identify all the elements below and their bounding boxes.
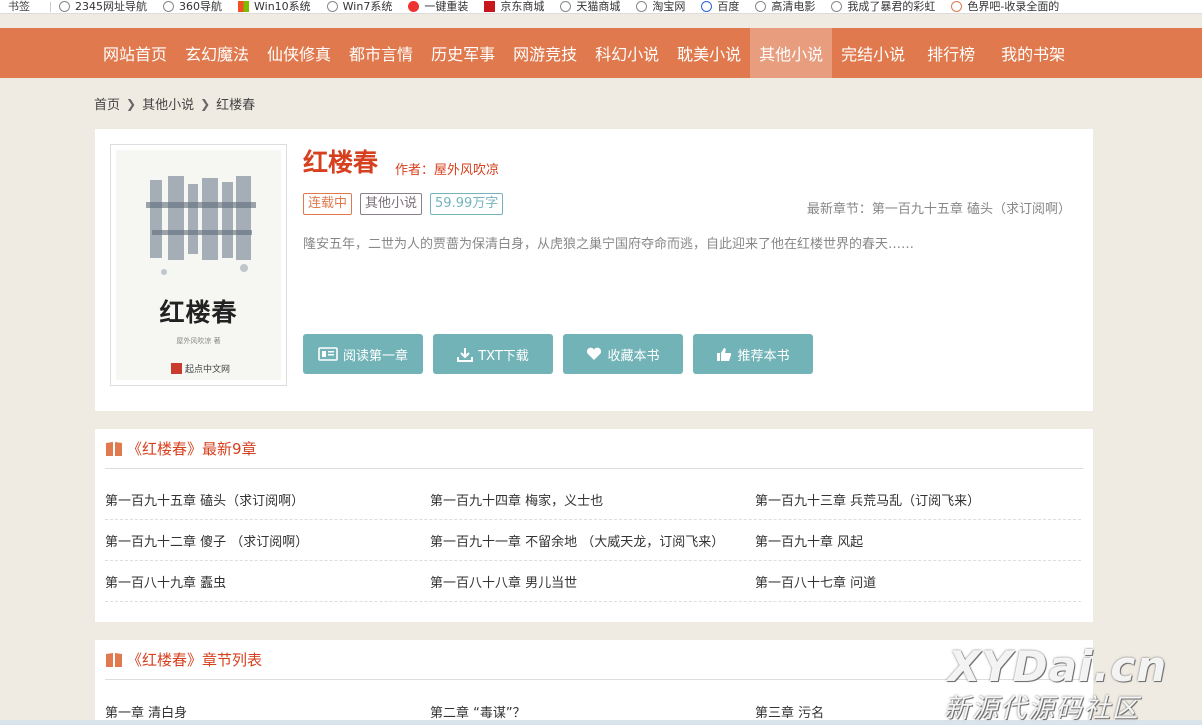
- book-tags: 连载中 其他小说 59.99万字: [303, 193, 511, 215]
- download-icon: [457, 347, 474, 362]
- chapter-link[interactable]: 第三章 污名: [755, 702, 1080, 721]
- globe-icon: [163, 1, 174, 12]
- cover-author: 屋外风吹凉 著: [176, 337, 221, 345]
- bookmark-item[interactable]: 一键重装: [408, 0, 468, 13]
- nav-item-home[interactable]: 网站首页: [94, 28, 176, 78]
- globe-icon: [636, 1, 648, 12]
- nav-item-fantasy[interactable]: 玄幻魔法: [176, 28, 258, 78]
- reinstall-icon: [408, 1, 420, 12]
- baidu-icon: [701, 1, 713, 12]
- book-icon: [106, 652, 122, 667]
- cover-title: 红楼春: [159, 298, 238, 327]
- bookmark-item[interactable]: Win10系统: [238, 0, 311, 13]
- latest-chapters-card: 《红楼春》最新9章 第一百九十五章 磕头（求订阅啊） 第一百九十四章 梅家，义士…: [95, 429, 1093, 622]
- word-count-badge: 59.99万字: [430, 193, 504, 215]
- jd-icon: [484, 1, 496, 12]
- bookmark-item[interactable]: 高清电影: [755, 0, 815, 13]
- chapter-link[interactable]: 第一百九十三章 兵荒马乱（订阅飞来）: [755, 490, 1080, 509]
- book-icon: [106, 441, 122, 456]
- bookmark-item[interactable]: 色界吧-收录全面的: [951, 0, 1059, 13]
- nav-item-danmei[interactable]: 耽美小说: [668, 28, 750, 78]
- chevron-right-icon: ❯: [200, 96, 211, 111]
- chapter-list-card: 《红楼春》章节列表 第一章 清白身 第二章 “毒谋”？ 第三章 污名: [95, 640, 1093, 725]
- book-open-icon: [318, 347, 338, 361]
- nav-item-finished[interactable]: 完结小说: [832, 28, 914, 78]
- book-author[interactable]: 作者：屋外风吹凉: [395, 159, 499, 178]
- globe-icon: [326, 1, 338, 12]
- globe-icon: [755, 1, 767, 12]
- latest-chapter-link[interactable]: 最新章节：第一百九十五章 磕头（求订阅啊）: [807, 198, 1071, 217]
- chapter-link[interactable]: 第二章 “毒谋”？: [430, 702, 755, 721]
- ink-art-icon: [146, 176, 256, 275]
- nav-item-urban[interactable]: 都市言情: [340, 28, 422, 78]
- book-title: 红楼春: [303, 148, 379, 177]
- nav-item-bookshelf[interactable]: 我的书架: [988, 28, 1078, 78]
- bookmark-item[interactable]: 京东商城: [484, 0, 544, 13]
- chapter-link[interactable]: 第一章 清白身: [105, 702, 430, 721]
- txt-download-button[interactable]: TXT下载: [433, 334, 553, 374]
- bookmark-item[interactable]: Win7系统: [326, 0, 392, 13]
- bookmarks-separator: [50, 1, 51, 12]
- globe-icon: [59, 1, 70, 12]
- globe-icon: [560, 1, 572, 12]
- book-info-card: 红楼春 屋外风吹凉 著 起点中文网 红楼春 作者：屋外风吹凉 连载中 其他小说 …: [95, 129, 1093, 411]
- cover-publisher: 起点中文网: [171, 362, 230, 375]
- book-intro: 隆安五年，二世为人的贾蔷为保清白身，从虎狼之巢宁国府夺命而逃，自此迎来了他在红楼…: [303, 237, 915, 252]
- windows-icon: [238, 1, 249, 12]
- bookmarks-bar: 书签 2345网址导航 360导航 Win10系统 Win7系统 一键重装 京东…: [0, 0, 1202, 14]
- status-badge: 连载中: [303, 193, 353, 215]
- nav-item-scifi[interactable]: 科幻小说: [586, 28, 668, 78]
- nav-item-history[interactable]: 历史军事: [422, 28, 504, 78]
- publisher-seal-icon: [171, 363, 182, 374]
- recommend-button[interactable]: 推荐本书: [693, 334, 813, 374]
- table-row: 第一百九十二章 傻子 （求订阅啊） 第一百九十一章 不留余地 （大威天龙，订阅飞…: [105, 520, 1081, 561]
- globe-icon: [831, 1, 843, 12]
- thumbs-up-icon: [717, 347, 732, 361]
- chevron-right-icon: ❯: [126, 96, 137, 111]
- chapter-link[interactable]: 第一百九十五章 磕头（求订阅啊）: [105, 490, 430, 509]
- site-icon: [951, 1, 963, 12]
- chapter-link[interactable]: 第一百九十一章 不留余地 （大威天龙，订阅飞来）: [430, 531, 755, 550]
- breadcrumb-home[interactable]: 首页: [94, 94, 120, 113]
- chapter-link[interactable]: 第一百八十七章 问道: [755, 572, 1080, 591]
- chapter-list-row: 第一章 清白身 第二章 “毒谋”？ 第三章 污名: [105, 702, 1081, 721]
- taskbar-strip: [0, 720, 1202, 725]
- bookmark-item[interactable]: 2345网址导航: [59, 0, 147, 13]
- chapter-link[interactable]: 第一百八十八章 男儿当世: [430, 572, 755, 591]
- bookmark-item[interactable]: 淘宝网: [636, 0, 685, 13]
- chapter-list-header: 《红楼春》章节列表: [105, 640, 1083, 680]
- nav-item-ranking[interactable]: 排行榜: [914, 28, 988, 78]
- latest-chapters-header: 《红楼春》最新9章: [105, 429, 1083, 469]
- bookmark-item[interactable]: 360导航: [163, 0, 222, 13]
- category-badge: 其他小说: [360, 193, 423, 215]
- chapter-link[interactable]: 第一百九十二章 傻子 （求订阅啊）: [105, 531, 430, 550]
- chapter-link[interactable]: 第一百九十章 风起: [755, 531, 1080, 550]
- read-first-chapter-button[interactable]: 阅读第一章: [303, 334, 423, 374]
- book-actions: 阅读第一章 TXT下载 收藏本书 推荐本书: [303, 334, 823, 374]
- nav-item-other[interactable]: 其他小说: [750, 28, 833, 78]
- bookmark-item[interactable]: 我成了暴君的彩虹: [831, 0, 935, 13]
- breadcrumb-current: 红楼春: [216, 98, 256, 113]
- breadcrumb: 首页 ❯ 其他小说 ❯ 红楼春: [94, 94, 256, 114]
- chapter-link[interactable]: 第一百九十四章 梅家，义士也: [430, 490, 755, 509]
- bookmark-item[interactable]: 天猫商城: [560, 0, 620, 13]
- heart-icon: [587, 347, 602, 360]
- book-cover[interactable]: 红楼春 屋外风吹凉 著 起点中文网: [110, 144, 287, 386]
- table-row: 第一百九十五章 磕头（求订阅啊） 第一百九十四章 梅家，义士也 第一百九十三章 …: [105, 479, 1081, 520]
- nav-item-games[interactable]: 网游竞技: [504, 28, 586, 78]
- table-row: 第一百八十九章 蠹虫 第一百八十八章 男儿当世 第一百八十七章 问道: [105, 561, 1081, 602]
- bookmarks-folder-label[interactable]: 书签: [8, 0, 30, 13]
- main-nav: 网站首页 玄幻魔法 仙侠修真 都市言情 历史军事 网游竞技 科幻小说 耽美小说 …: [0, 28, 1202, 78]
- latest-chapters-list: 第一百九十五章 磕头（求订阅啊） 第一百九十四章 梅家，义士也 第一百九十三章 …: [105, 479, 1081, 602]
- breadcrumb-category[interactable]: 其他小说: [142, 94, 194, 113]
- bookmark-item[interactable]: 百度: [701, 0, 739, 13]
- bookmark-button[interactable]: 收藏本书: [563, 334, 683, 374]
- nav-item-xianxia[interactable]: 仙侠修真: [258, 28, 340, 78]
- chapter-link[interactable]: 第一百八十九章 蠹虫: [105, 572, 430, 591]
